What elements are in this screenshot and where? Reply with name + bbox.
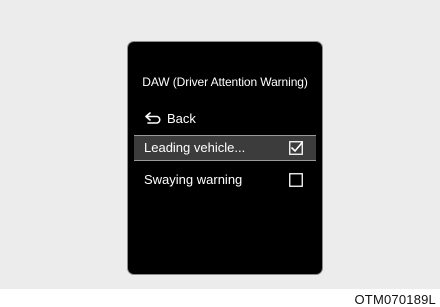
menu-item-label: Leading vehicle... [144,140,246,155]
screen-title: DAW (Driver Attention Warning) [142,75,308,89]
checkbox-unchecked[interactable] [289,173,303,187]
menu-item-leading-vehicle[interactable]: Leading vehicle... [134,135,316,161]
menu-item-swaying-warning[interactable]: Swaying warning [134,168,316,192]
back-label: Back [167,110,196,126]
background-panel: DAW (Driver Attention Warning) Back Lead… [0,0,440,289]
checkbox-checked[interactable] [289,141,303,155]
back-arrow-icon [145,112,167,124]
checkmark-icon [289,141,303,155]
figure-caption: OTM070189L [354,292,436,307]
display-screen: DAW (Driver Attention Warning) Back Lead… [128,42,322,274]
menu-item-label: Swaying warning [144,172,243,187]
back-button[interactable]: Back [145,110,196,126]
